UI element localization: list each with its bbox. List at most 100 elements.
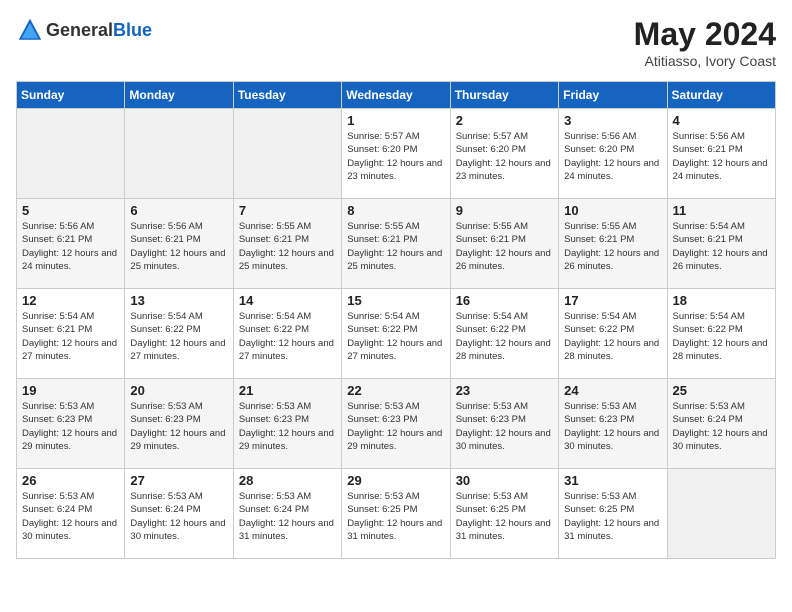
day-number: 20 (130, 383, 227, 398)
day-number: 6 (130, 203, 227, 218)
calendar-cell: 30Sunrise: 5:53 AMSunset: 6:25 PMDayligh… (450, 469, 558, 559)
day-number: 15 (347, 293, 444, 308)
calendar-cell (125, 109, 233, 199)
day-number: 4 (673, 113, 770, 128)
day-info: Sunrise: 5:56 AMSunset: 6:21 PMDaylight:… (22, 220, 119, 273)
calendar-week-4: 19 Sunrise: 5:53 AMSunset: 6:23 PMDayligh… (17, 379, 776, 469)
header-tuesday: Tuesday (233, 82, 341, 109)
day-info: Sunrise: 5:53 AMSunset: 6:23 PMDaylight:… (239, 400, 336, 453)
calendar-cell: 19 Sunrise: 5:53 AMSunset: 6:23 PMDayligh… (17, 379, 125, 469)
day-number: 31 (564, 473, 661, 488)
day-info: Sunrise: 5:54 AMSunset: 6:21 PMDaylight:… (673, 220, 770, 273)
calendar-week-5: 26 Sunrise: 5:53 AMSunset: 6:24 PMDayligh… (17, 469, 776, 559)
header-saturday: Saturday (667, 82, 775, 109)
day-info: Sunrise: 5:53 AMSunset: 6:23 PMDaylight:… (347, 400, 444, 453)
calendar-header: Sunday Monday Tuesday Wednesday Thursday… (17, 82, 776, 109)
calendar-cell: 22 Sunrise: 5:53 AMSunset: 6:23 PMDayligh… (342, 379, 450, 469)
header-monday: Monday (125, 82, 233, 109)
calendar-cell: 16 Sunrise: 5:54 AMSunset: 6:22 PMDayligh… (450, 289, 558, 379)
day-number: 17 (564, 293, 661, 308)
header-wednesday: Wednesday (342, 82, 450, 109)
calendar-cell: 23Sunrise: 5:53 AMSunset: 6:23 PMDayligh… (450, 379, 558, 469)
day-info: Sunrise: 5:53 AMSunset: 6:24 PMDaylight:… (22, 490, 119, 543)
day-number: 27 (130, 473, 227, 488)
header-friday: Friday (559, 82, 667, 109)
day-number: 22 (347, 383, 444, 398)
day-info: Sunrise: 5:54 AMSunset: 6:22 PMDaylight:… (347, 310, 444, 363)
location-subtitle: Atitiasso, Ivory Coast (634, 53, 776, 69)
day-info: Sunrise: 5:57 AMSunset: 6:20 PMDaylight:… (456, 130, 553, 183)
day-number: 28 (239, 473, 336, 488)
calendar-cell: 2 Sunrise: 5:57 AMSunset: 6:20 PMDaylight… (450, 109, 558, 199)
header-thursday: Thursday (450, 82, 558, 109)
day-info: Sunrise: 5:55 AMSunset: 6:21 PMDaylight:… (456, 220, 553, 273)
day-number: 14 (239, 293, 336, 308)
day-number: 7 (239, 203, 336, 218)
day-info: Sunrise: 5:54 AMSunset: 6:21 PMDaylight:… (22, 310, 119, 363)
calendar-cell: 12Sunrise: 5:54 AMSunset: 6:21 PMDayligh… (17, 289, 125, 379)
day-number: 19 (22, 383, 119, 398)
day-info: Sunrise: 5:53 AMSunset: 6:24 PMDaylight:… (239, 490, 336, 543)
calendar-table: Sunday Monday Tuesday Wednesday Thursday… (16, 81, 776, 559)
calendar-cell: 6 Sunrise: 5:56 AMSunset: 6:21 PMDaylight… (125, 199, 233, 289)
day-info: Sunrise: 5:53 AMSunset: 6:24 PMDaylight:… (673, 400, 770, 453)
calendar-cell: 14Sunrise: 5:54 AMSunset: 6:22 PMDayligh… (233, 289, 341, 379)
day-info: Sunrise: 5:54 AMSunset: 6:22 PMDaylight:… (673, 310, 770, 363)
month-year-title: May 2024 (634, 16, 776, 53)
day-info: Sunrise: 5:55 AMSunset: 6:21 PMDaylight:… (347, 220, 444, 273)
day-info: Sunrise: 5:55 AMSunset: 6:21 PMDaylight:… (564, 220, 661, 273)
calendar-cell: 29Sunrise: 5:53 AMSunset: 6:25 PMDayligh… (342, 469, 450, 559)
day-info: Sunrise: 5:56 AMSunset: 6:20 PMDaylight:… (564, 130, 661, 183)
day-info: Sunrise: 5:54 AMSunset: 6:22 PMDaylight:… (456, 310, 553, 363)
day-info: Sunrise: 5:53 AMSunset: 6:25 PMDaylight:… (456, 490, 553, 543)
day-info: Sunrise: 5:53 AMSunset: 6:25 PMDaylight:… (564, 490, 661, 543)
calendar-cell (233, 109, 341, 199)
day-number: 13 (130, 293, 227, 308)
day-number: 16 (456, 293, 553, 308)
calendar-week-1: 1Sunrise: 5:57 AMSunset: 6:20 PMDaylight… (17, 109, 776, 199)
calendar-cell: 31 Sunrise: 5:53 AMSunset: 6:25 PMDayligh… (559, 469, 667, 559)
weekday-row: Sunday Monday Tuesday Wednesday Thursday… (17, 82, 776, 109)
calendar-cell: 15 Sunrise: 5:54 AMSunset: 6:22 PMDayligh… (342, 289, 450, 379)
calendar-cell: 4 Sunrise: 5:56 AMSunset: 6:21 PMDaylight… (667, 109, 775, 199)
day-number: 8 (347, 203, 444, 218)
day-number: 18 (673, 293, 770, 308)
logo-general: General (46, 20, 113, 40)
day-number: 10 (564, 203, 661, 218)
day-number: 2 (456, 113, 553, 128)
day-number: 21 (239, 383, 336, 398)
calendar-cell: 3 Sunrise: 5:56 AMSunset: 6:20 PMDaylight… (559, 109, 667, 199)
day-info: Sunrise: 5:53 AMSunset: 6:24 PMDaylight:… (130, 490, 227, 543)
calendar-cell: 8 Sunrise: 5:55 AMSunset: 6:21 PMDaylight… (342, 199, 450, 289)
calendar-cell: 26 Sunrise: 5:53 AMSunset: 6:24 PMDayligh… (17, 469, 125, 559)
day-number: 26 (22, 473, 119, 488)
calendar-week-2: 5Sunrise: 5:56 AMSunset: 6:21 PMDaylight… (17, 199, 776, 289)
calendar-cell: 5Sunrise: 5:56 AMSunset: 6:21 PMDaylight… (17, 199, 125, 289)
page-header: GeneralBlue May 2024 Atitiasso, Ivory Co… (16, 16, 776, 69)
logo-blue: Blue (113, 20, 152, 40)
logo-icon (16, 16, 44, 44)
day-info: Sunrise: 5:56 AMSunset: 6:21 PMDaylight:… (130, 220, 227, 273)
day-number: 9 (456, 203, 553, 218)
day-info: Sunrise: 5:53 AMSunset: 6:25 PMDaylight:… (347, 490, 444, 543)
header-sunday: Sunday (17, 82, 125, 109)
day-info: Sunrise: 5:56 AMSunset: 6:21 PMDaylight:… (673, 130, 770, 183)
calendar-cell: 1Sunrise: 5:57 AMSunset: 6:20 PMDaylight… (342, 109, 450, 199)
day-info: Sunrise: 5:54 AMSunset: 6:22 PMDaylight:… (130, 310, 227, 363)
day-info: Sunrise: 5:53 AMSunset: 6:23 PMDaylight:… (456, 400, 553, 453)
day-info: Sunrise: 5:54 AMSunset: 6:22 PMDaylight:… (564, 310, 661, 363)
calendar-cell (667, 469, 775, 559)
calendar-cell (17, 109, 125, 199)
day-info: Sunrise: 5:53 AMSunset: 6:23 PMDaylight:… (22, 400, 119, 453)
title-block: May 2024 Atitiasso, Ivory Coast (634, 16, 776, 69)
calendar-cell: 13 Sunrise: 5:54 AMSunset: 6:22 PMDayligh… (125, 289, 233, 379)
day-info: Sunrise: 5:53 AMSunset: 6:23 PMDaylight:… (130, 400, 227, 453)
day-info: Sunrise: 5:55 AMSunset: 6:21 PMDaylight:… (239, 220, 336, 273)
day-number: 3 (564, 113, 661, 128)
day-number: 24 (564, 383, 661, 398)
calendar-cell: 20 Sunrise: 5:53 AMSunset: 6:23 PMDayligh… (125, 379, 233, 469)
calendar-cell: 11Sunrise: 5:54 AMSunset: 6:21 PMDayligh… (667, 199, 775, 289)
day-info: Sunrise: 5:57 AMSunset: 6:20 PMDaylight:… (347, 130, 444, 183)
day-info: Sunrise: 5:53 AMSunset: 6:23 PMDaylight:… (564, 400, 661, 453)
calendar-cell: 7 Sunrise: 5:55 AMSunset: 6:21 PMDaylight… (233, 199, 341, 289)
